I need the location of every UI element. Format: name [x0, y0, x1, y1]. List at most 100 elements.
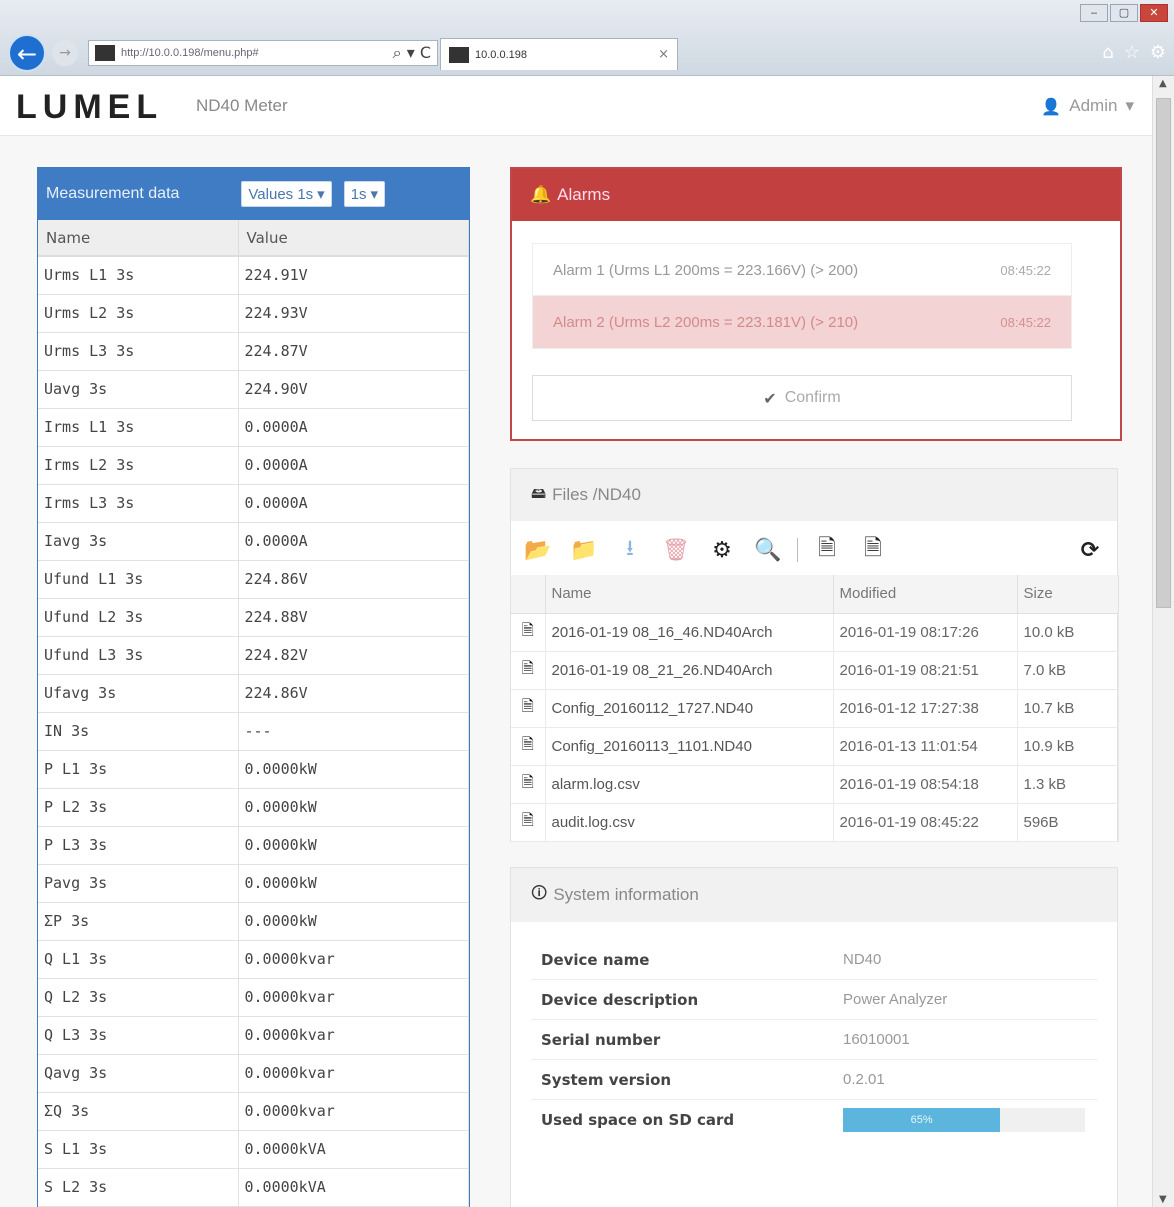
- alarm-time: 08:45:22: [1000, 314, 1051, 330]
- file-name: Config_20160112_1727.ND40: [545, 689, 834, 728]
- measurement-value: 0.0000A: [238, 446, 469, 485]
- system-info-panel: 🛈 System information Device name ND40 De…: [510, 867, 1118, 1207]
- measurement-row: Uavg 3s 224.90V: [38, 370, 469, 409]
- interval-dropdown[interactable]: 1s ▾: [343, 181, 386, 207]
- measurement-row: ΣQ 3s 0.0000kvar: [38, 1092, 469, 1131]
- measurement-row: Pavg 3s 0.0000kW: [38, 864, 469, 903]
- scrollbar-thumb[interactable]: [1156, 98, 1171, 608]
- gear-icon[interactable]: ⚙: [1150, 42, 1166, 63]
- alarms-panel: 🔔 Alarms Alarm 1 (Urms L1 200ms = 223.16…: [510, 167, 1122, 441]
- toolbar-divider: [797, 538, 798, 562]
- info-icon: 🛈: [531, 882, 548, 902]
- measurement-name: Irms L1 3s: [38, 408, 239, 447]
- sys-key: System version: [541, 1070, 672, 1089]
- download-icon[interactable]: ⭳: [613, 531, 647, 569]
- lumel-logo[interactable]: LUMEL: [16, 88, 163, 127]
- tab-close-button[interactable]: ×: [658, 47, 669, 62]
- file-row[interactable]: 🗎 alarm.log.csv 2016-01-19 08:54:18 1.3 kB: [511, 765, 1119, 804]
- user-menu[interactable]: 👤 Admin ▾: [1041, 96, 1134, 116]
- file-name: audit.log.csv: [545, 803, 834, 842]
- browser-tab[interactable]: 10.0.0.198 ×: [440, 38, 678, 70]
- column-header-name[interactable]: Name: [545, 575, 834, 614]
- file-icon: 🗎: [511, 689, 546, 728]
- forward-button[interactable]: →: [52, 40, 78, 66]
- column-header-icon: [511, 575, 546, 614]
- measurement-row: IN 3s ---: [38, 712, 469, 751]
- measurement-row: Qavg 3s 0.0000kvar: [38, 1054, 469, 1093]
- minimize-button[interactable]: ‒: [1080, 4, 1108, 22]
- maximize-button[interactable]: ▢: [1110, 4, 1138, 22]
- file-name: 2016-01-19 08_16_46.ND40Arch: [545, 613, 834, 652]
- folder-open-icon[interactable]: 📂: [521, 538, 555, 563]
- files-panel: 🖴 Files /ND40 📂 📁 ⭳ 🗑 ⚙ 🔍 🗎 🗎 ⟳ Name Mod…: [510, 468, 1119, 842]
- trash-icon[interactable]: 🗑: [659, 538, 693, 563]
- search-icon[interactable]: 🔍: [751, 538, 785, 563]
- column-header-modified[interactable]: Modified: [833, 575, 1018, 614]
- file-row[interactable]: 🗎 2016-01-19 08_21_26.ND40Arch 2016-01-19 …: [511, 651, 1119, 690]
- measurement-row: Irms L3 3s 0.0000A: [38, 484, 469, 523]
- column-header-size[interactable]: Size: [1017, 575, 1119, 614]
- folder-icon[interactable]: 📁: [567, 538, 601, 563]
- measurement-name: Qavg 3s: [38, 1054, 239, 1093]
- scroll-up-icon[interactable]: ▲: [1159, 78, 1167, 89]
- caret-down-icon: ▾: [317, 186, 325, 203]
- sys-value: 0.2.01: [843, 1071, 885, 1088]
- scroll-down-icon[interactable]: ▼: [1159, 1194, 1167, 1205]
- measurement-name: S L2 3s: [38, 1168, 239, 1207]
- file-size: 10.0 kB: [1017, 613, 1119, 652]
- user-icon: 👤: [1041, 96, 1062, 116]
- star-icon[interactable]: ☆: [1124, 42, 1140, 63]
- file-row[interactable]: 🗎 audit.log.csv 2016-01-19 08:45:22 596B: [511, 803, 1119, 842]
- measurement-row: Irms L2 3s 0.0000A: [38, 446, 469, 485]
- alarm-text: Alarm 1 (Urms L1 200ms = 223.166V) (> 20…: [553, 261, 859, 279]
- sys-row-device-name: Device name ND40: [531, 940, 1097, 980]
- alarm-item-active[interactable]: Alarm 2 (Urms L2 200ms = 223.181V) (> 21…: [532, 295, 1072, 349]
- measurement-name: Q L3 3s: [38, 1016, 239, 1055]
- measurement-row: Ufund L3 3s 224.82V: [38, 636, 469, 675]
- site-favicon-icon: [95, 45, 115, 61]
- bell-icon: 🔔: [530, 185, 552, 204]
- column-header-value: Value: [238, 220, 469, 257]
- settings-icon[interactable]: ⚙: [705, 538, 739, 563]
- measurement-value: 0.0000A: [238, 408, 469, 447]
- file-row[interactable]: 🗎 Config_20160113_1101.ND40 2016-01-13 11:…: [511, 727, 1119, 766]
- alarm-item[interactable]: Alarm 1 (Urms L1 200ms = 223.166V) (> 20…: [532, 243, 1072, 297]
- confirm-button[interactable]: ✔ Confirm: [532, 375, 1072, 421]
- file-row[interactable]: 🗎 2016-01-19 08_16_46.ND40Arch 2016-01-19 …: [511, 613, 1119, 652]
- address-bar[interactable]: http://10.0.0.198/menu.php# ⌕ ▾ C: [88, 40, 438, 66]
- file-size: 596B: [1017, 803, 1119, 842]
- sys-value: 16010001: [843, 1031, 910, 1048]
- confirm-label: Confirm: [784, 389, 841, 406]
- measurement-row: P L3 3s 0.0000kW: [38, 826, 469, 865]
- measurement-row: Q L1 3s 0.0000kvar: [38, 940, 469, 979]
- sys-key: Device description: [541, 990, 699, 1009]
- measurement-row: P L1 3s 0.0000kW: [38, 750, 469, 789]
- sd-usage-bar: 65%: [843, 1108, 1001, 1132]
- sys-key: Serial number: [541, 1030, 661, 1049]
- close-window-button[interactable]: ✕: [1140, 4, 1168, 22]
- check-icon: ✔: [763, 388, 777, 408]
- values-dropdown[interactable]: Values 1s ▾: [241, 181, 332, 207]
- page-scrollbar[interactable]: ▲ ▼: [1152, 76, 1174, 1207]
- file-import-icon[interactable]: 🗎: [856, 531, 890, 569]
- home-icon[interactable]: ⌂: [1102, 42, 1113, 63]
- measurement-row: P L2 3s 0.0000kW: [38, 788, 469, 827]
- caret-down-icon: ▾: [370, 186, 379, 203]
- measurement-value: 0.0000kVA: [238, 1130, 469, 1169]
- file-row[interactable]: 🗎 Config_20160112_1727.ND40 2016-01-12 17:…: [511, 689, 1119, 728]
- refresh-icon[interactable]: ⟳: [1073, 538, 1107, 563]
- measurement-row: Iavg 3s 0.0000A: [38, 522, 469, 561]
- file-export-icon[interactable]: 🗎: [810, 531, 844, 569]
- measurement-name: S L1 3s: [38, 1130, 239, 1169]
- app-title: ND40 Meter: [196, 96, 288, 115]
- measurement-row: Ufund L2 3s 224.88V: [38, 598, 469, 637]
- measurement-name: Iavg 3s: [38, 522, 239, 561]
- file-icon: 🗎: [511, 727, 546, 766]
- measurement-value: 224.90V: [238, 370, 469, 409]
- sys-key: Device name: [541, 950, 650, 969]
- measurement-name: Ufund L1 3s: [38, 560, 239, 599]
- address-tools[interactable]: ⌕ ▾ C: [393, 43, 431, 63]
- back-button[interactable]: ←: [8, 34, 46, 72]
- file-name: 2016-01-19 08_21_26.ND40Arch: [545, 651, 834, 690]
- column-header-name: Name: [38, 220, 239, 257]
